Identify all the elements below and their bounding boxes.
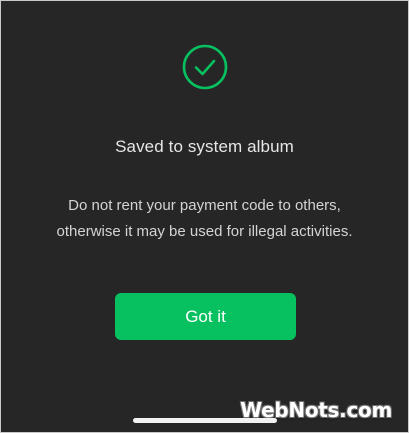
got-it-button[interactable]: Got it bbox=[115, 293, 296, 340]
saved-dialog-screen: Saved to system album Do not rent your p… bbox=[0, 0, 409, 433]
dialog-message-line-1: Do not rent your payment code to others, bbox=[68, 197, 341, 214]
dialog-title: Saved to system album bbox=[115, 137, 294, 156]
dialog-message-line-2: otherwise it may be used for illegal act… bbox=[56, 223, 353, 240]
dialog-message: Do not rent your payment code to others,… bbox=[21, 193, 388, 245]
home-indicator[interactable] bbox=[133, 418, 277, 423]
check-circle-icon bbox=[182, 44, 228, 90]
